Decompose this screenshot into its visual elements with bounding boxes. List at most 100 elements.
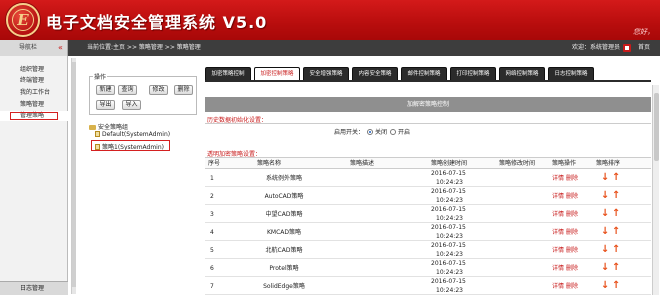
detail-link[interactable]: 详情 [552, 265, 564, 272]
new-button[interactable]: 新建 [96, 85, 115, 95]
move-up-icon[interactable]: ↑ [612, 263, 620, 273]
move-up-icon[interactable]: ↑ [612, 173, 620, 183]
cell-action: 详情 删除 [552, 242, 578, 259]
cell-no: 1 [210, 175, 214, 182]
cell-no: 5 [210, 247, 214, 254]
created-date: 2016-07-15 [431, 188, 466, 195]
move-down-icon[interactable]: ↓ [601, 191, 609, 201]
delete-link[interactable]: 删除 [566, 211, 578, 218]
content-scrollbar[interactable] [652, 85, 659, 295]
cell-created: 2016-07-15 10:24:23 [431, 170, 466, 187]
export-button[interactable]: 导出 [96, 100, 115, 110]
tab-encrypt-policy[interactable]: 加密控制策略 [254, 67, 300, 81]
tab-mail-control[interactable]: 邮件控制策略 [401, 67, 447, 81]
scrollbar-thumb[interactable] [72, 62, 76, 287]
delete-link[interactable]: 删除 [566, 283, 578, 290]
col-action: 策略操作 [552, 160, 577, 167]
move-up-icon[interactable]: ↑ [612, 209, 620, 219]
move-up-icon[interactable]: ↑ [612, 227, 620, 237]
sidebar-item-org[interactable]: 组织管理 [0, 65, 68, 75]
radio-on[interactable] [390, 129, 397, 135]
created-date: 2016-07-15 [431, 242, 466, 249]
delete-link[interactable]: 删除 [566, 265, 578, 272]
cell-name: KMCAD策略 [266, 229, 302, 236]
created-time: 10:24:23 [436, 214, 463, 222]
delete-link[interactable]: 删除 [566, 193, 578, 200]
cell-no: 2 [210, 193, 214, 200]
cell-name: AutoCAD策略 [264, 193, 304, 200]
radio-off[interactable] [367, 129, 374, 135]
cell-name: Protel策略 [269, 265, 299, 272]
tree-node-default[interactable]: Default(SystemAdmin) [95, 131, 170, 138]
cell-action: 详情 删除 [552, 224, 578, 241]
welcome-text: 欢迎：系统管理员 [571, 44, 620, 51]
breadcrumb: 当前位置:主页 >> 策略管理 >> 策略管理 [87, 44, 201, 51]
table-row: 3 中望CAD策略 2016-07-15 10:24:23 详情 删除 ↓ ↑ [205, 206, 651, 223]
cell-name: 中望CAD策略 [265, 211, 303, 218]
radio-off-label[interactable]: 关闭 [375, 129, 387, 136]
move-down-icon[interactable]: ↓ [601, 227, 609, 237]
created-time: 10:24:23 [436, 268, 463, 276]
sidebar-selection-outline [10, 112, 58, 120]
logo: E [6, 3, 40, 37]
col-order: 策略排序 [596, 160, 621, 167]
operations-legend: 操作 [93, 72, 108, 81]
sidebar: 组织管理 终端管理 我的工作台 策略管理 管理策略 [0, 56, 68, 295]
detail-link[interactable]: 详情 [552, 247, 564, 254]
col-desc: 策略描述 [350, 160, 375, 167]
radio-on-label[interactable]: 开启 [398, 129, 410, 136]
tab-print-control[interactable]: 打印控制策略 [450, 67, 496, 81]
table-row: 1 系统例外策略 2016-07-15 10:24:23 详情 删除 ↓ ↑ [205, 170, 651, 187]
scrollbar-thumb[interactable] [654, 93, 659, 161]
move-down-icon[interactable]: ↓ [601, 173, 609, 183]
cell-no: 3 [210, 211, 214, 218]
tab-log-control[interactable]: 日志控制策略 [548, 67, 594, 81]
tab-network-control[interactable]: 网络控制策略 [499, 67, 545, 81]
delete-link[interactable]: 删除 [566, 229, 578, 236]
tree-node-label: Default(SystemAdmin) [102, 131, 171, 138]
edit-button[interactable]: 修改 [149, 85, 168, 95]
detail-link[interactable]: 详情 [552, 175, 564, 182]
delete-button[interactable]: 删除 [174, 85, 193, 95]
tab-security-enhance[interactable]: 安全增强策略 [303, 67, 349, 81]
move-down-icon[interactable]: ↓ [601, 263, 609, 273]
table-row: 5 北航CAD策略 2016-07-15 10:24:23 详情 删除 ↓ ↑ [205, 242, 651, 259]
sidebar-item-log[interactable]: 日志管理 [0, 281, 68, 295]
sidebar-item-workbench[interactable]: 我的工作台 [0, 88, 68, 98]
collapse-icon[interactable]: « [58, 44, 63, 52]
created-date: 2016-07-15 [431, 170, 466, 177]
detail-link[interactable]: 详情 [552, 229, 564, 236]
move-down-icon[interactable]: ↓ [601, 245, 609, 255]
col-no: 序号 [208, 160, 221, 167]
detail-link[interactable]: 详情 [552, 283, 564, 290]
move-up-icon[interactable]: ↑ [612, 191, 620, 201]
delete-link[interactable]: 删除 [566, 175, 578, 182]
home-link[interactable]: 首页 [638, 40, 650, 56]
move-up-icon[interactable]: ↑ [612, 245, 620, 255]
move-down-icon[interactable]: ↓ [601, 281, 609, 291]
cell-action: 详情 删除 [552, 206, 578, 223]
left-scrollbar[interactable] [71, 58, 76, 294]
tree-selection-outline [91, 140, 170, 151]
sidebar-item-policy[interactable]: 策略管理 [0, 100, 68, 110]
sidebar-item-terminal[interactable]: 终端管理 [0, 76, 68, 86]
import-button[interactable]: 导入 [122, 100, 141, 110]
cell-action: 详情 删除 [552, 278, 578, 295]
cell-action: 详情 删除 [552, 260, 578, 277]
detail-link[interactable]: 详情 [552, 193, 564, 200]
tab-encrypt-control[interactable]: 加密策略控制 [205, 67, 251, 81]
section-title: 加解密策略控制 [205, 97, 651, 112]
tree-root[interactable]: 安全策略组 [89, 122, 128, 131]
created-time: 10:24:23 [436, 250, 463, 258]
move-down-icon[interactable]: ↓ [601, 209, 609, 219]
created-date: 2016-07-15 [431, 260, 466, 267]
delete-link[interactable]: 删除 [566, 247, 578, 254]
query-button[interactable]: 查询 [118, 85, 137, 95]
cell-action: 详情 删除 [552, 188, 578, 205]
detail-link[interactable]: 详情 [552, 211, 564, 218]
move-up-icon[interactable]: ↑ [612, 281, 620, 291]
cell-no: 6 [210, 265, 214, 272]
policy-icon [95, 131, 100, 137]
tab-content-security[interactable]: 内容安全策略 [352, 67, 398, 81]
home-icon[interactable] [623, 44, 631, 52]
